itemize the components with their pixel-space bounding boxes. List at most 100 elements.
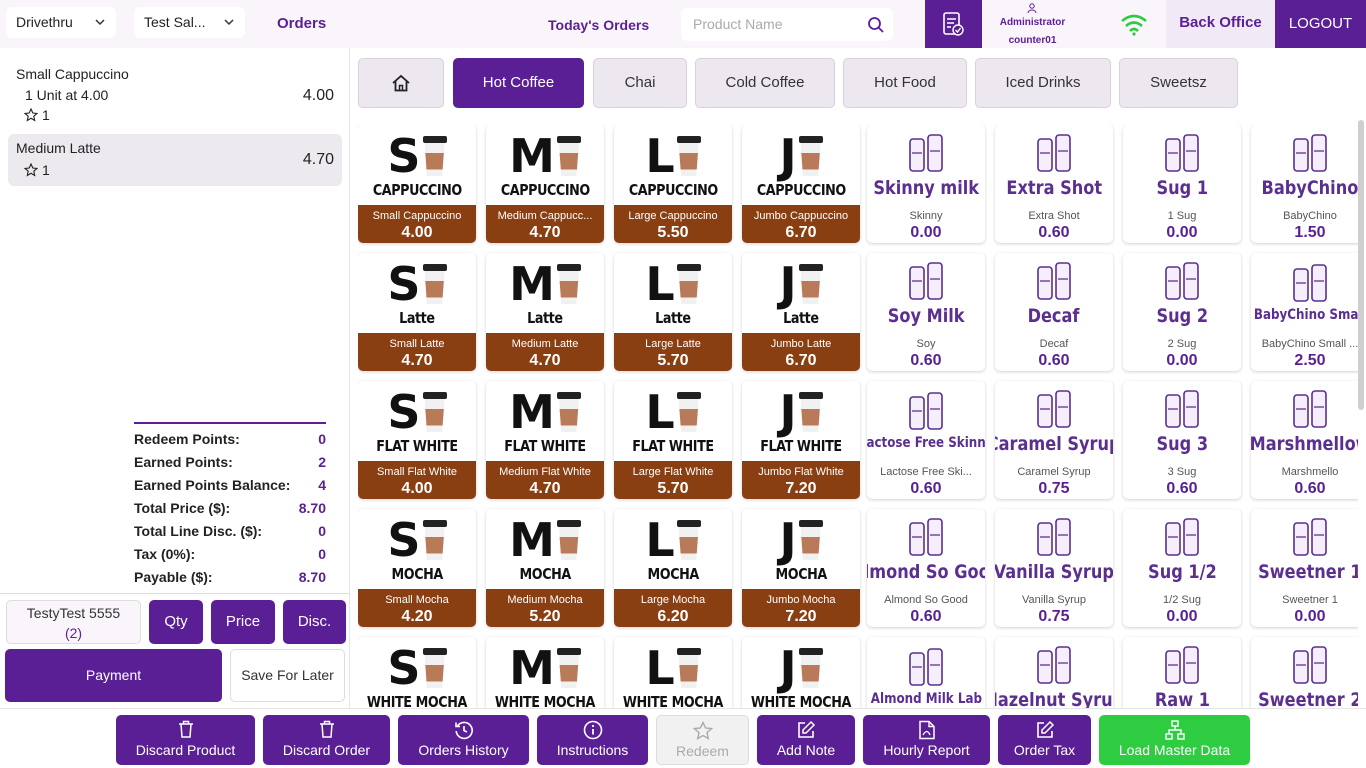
product-card[interactable]: L CAPPUCCINO Large Cappuccino 5.50 (614, 125, 732, 243)
product-card[interactable]: S WHITE MOCHA (358, 637, 476, 708)
product-card[interactable]: Soy Milk Soy 0.60 (867, 253, 985, 371)
hourly-report-button[interactable]: Hourly Report (863, 715, 990, 765)
save-for-later-button[interactable]: Save For Later (230, 649, 345, 702)
redeem-button[interactable]: Redeem (656, 715, 749, 765)
order-line-item[interactable]: Small Cappuccino 1 Unit at 4.00 4.00 1 (8, 60, 342, 130)
discount-button[interactable]: Disc. (283, 600, 346, 644)
order-line-item[interactable]: Medium Latte 4.70 1 (8, 134, 342, 186)
star-icon (24, 163, 38, 177)
summary-row: Total Price ($): 8.70 (134, 497, 326, 520)
user-info: Administrator counter01 (985, 0, 1165, 48)
summary-row: Redeem Points: 0 (134, 428, 326, 451)
orders-history-button[interactable]: Orders History (398, 715, 529, 765)
orders-list-button[interactable] (925, 0, 982, 48)
product-label: Jumbo Cappuccino 6.70 (742, 205, 860, 243)
sales-rep-select[interactable]: Test Sal... (134, 7, 245, 38)
product-price: 4.00 (401, 224, 433, 241)
qty-button[interactable]: Qty (149, 600, 203, 644)
add-note-button[interactable]: Add Note (757, 715, 855, 765)
product-card[interactable]: Marshmellow Marshmello 0.60 (1251, 381, 1358, 499)
customer-button[interactable]: TestyTest 5555 (2) (6, 600, 141, 644)
product-card[interactable]: J MOCHA Jumbo Mocha 7.20 (742, 509, 860, 627)
product-label: 2 Sug 0.00 (1123, 333, 1241, 371)
product-card[interactable]: Sug 1 1 Sug 0.00 (1123, 125, 1241, 243)
product-card[interactable]: BabyChino BabyChino 1.50 (1251, 125, 1358, 243)
product-card[interactable]: M WHITE MOCHA (486, 637, 604, 708)
product-card[interactable]: L WHITE MOCHA (614, 637, 732, 708)
order-item-detail: 1 Unit at 4.00 (25, 87, 109, 103)
product-card[interactable]: Raw 1 (1123, 637, 1241, 708)
product-card[interactable]: L FLAT WHITE Large Flat White 5.70 (614, 381, 732, 499)
order-type-select[interactable]: Drivethru (6, 7, 116, 38)
order-tax-button[interactable]: Order Tax (998, 715, 1091, 765)
coffee-cup-icon (422, 648, 447, 688)
product-card[interactable]: Sug 2 2 Sug 0.00 (1123, 253, 1241, 371)
tab-iced-drinks[interactable]: Iced Drinks (975, 58, 1111, 108)
product-card[interactable]: Hazelnut Syrup (995, 637, 1113, 708)
product-card[interactable]: Sug 3 3 Sug 0.60 (1123, 381, 1241, 499)
tab-chai[interactable]: Chai (593, 58, 687, 108)
home-icon (392, 74, 410, 92)
search-input[interactable]: Product Name (681, 8, 893, 41)
product-card[interactable]: L MOCHA Large Mocha 6.20 (614, 509, 732, 627)
product-card[interactable]: L Latte Large Latte 5.70 (614, 253, 732, 371)
product-card[interactable]: Sug 1/2 1/2 Sug 0.00 (1123, 509, 1241, 627)
product-card[interactable]: Sweetner 1 Sweetner 1 0.00 (1251, 509, 1358, 627)
product-card[interactable]: Vanilla Syrup Vanilla Syrup 0.75 (995, 509, 1113, 627)
product-card[interactable]: Extra Shot Extra Shot 0.60 (995, 125, 1113, 243)
discard-order-button[interactable]: Discard Order (263, 715, 390, 765)
product-card[interactable]: Almond So Good Almond So Good 0.60 (867, 509, 985, 627)
payment-button[interactable]: Payment (5, 649, 222, 702)
product-price: 0.00 (1166, 224, 1198, 241)
instructions-button[interactable]: Instructions (537, 715, 648, 765)
summary-label: Payable ($): (134, 569, 213, 585)
product-card[interactable]: M FLAT WHITE Medium Flat White 4.70 (486, 381, 604, 499)
product-card[interactable]: J WHITE MOCHA (742, 637, 860, 708)
summary-value: 8.70 (298, 569, 326, 585)
tab-sweetsz[interactable]: Sweetsz (1119, 58, 1238, 108)
scrollbar[interactable] (1358, 120, 1364, 410)
product-card[interactable]: Almond Milk Lab (867, 637, 985, 708)
discard-product-button[interactable]: Discard Product (116, 715, 255, 765)
product-card[interactable]: Decaf Decaf 0.60 (995, 253, 1113, 371)
product-price: 0.00 (1294, 608, 1326, 625)
product-card[interactable]: S MOCHA Small Mocha 4.20 (358, 509, 476, 627)
product-image-text: Latte (527, 309, 563, 327)
product-label: Lactose Free Ski... 0.60 (867, 461, 985, 499)
back-office-link[interactable]: Back Office (1166, 0, 1275, 48)
product-image: BabyChino (1251, 125, 1358, 205)
logout-button[interactable]: LOGOUT (1275, 0, 1366, 48)
tab-cold-coffee[interactable]: Cold Coffee (695, 58, 835, 108)
button-label: Redeem (676, 743, 729, 759)
product-card[interactable]: S CAPPUCCINO Small Cappuccino 4.00 (358, 125, 476, 243)
product-card[interactable]: J Latte Jumbo Latte 6.70 (742, 253, 860, 371)
product-card[interactable]: J CAPPUCCINO Jumbo Cappuccino 6.70 (742, 125, 860, 243)
product-card[interactable]: Sweetner 2 (1251, 637, 1358, 708)
todays-orders-link[interactable]: Today's Orders (548, 17, 649, 33)
product-image: Sug 2 (1123, 253, 1241, 333)
product-card[interactable]: M CAPPUCCINO Medium Cappucc... 4.70 (486, 125, 604, 243)
addon-icon (1158, 133, 1206, 178)
orders-link[interactable]: Orders (277, 15, 326, 32)
bottom-action-bar: Discard Product Discard Order Orders His… (0, 708, 1366, 768)
product-card[interactable]: M MOCHA Medium Mocha 5.20 (486, 509, 604, 627)
price-button[interactable]: Price (211, 600, 275, 644)
product-label: Extra Shot 0.60 (995, 205, 1113, 243)
home-button[interactable] (358, 58, 444, 108)
product-card[interactable]: J FLAT WHITE Jumbo Flat White 7.20 (742, 381, 860, 499)
button-label: Instructions (556, 742, 629, 758)
trash-icon (263, 715, 390, 741)
product-image: J Latte (742, 253, 860, 333)
product-card[interactable]: M Latte Medium Latte 4.70 (486, 253, 604, 371)
search-icon[interactable] (867, 16, 885, 34)
load-master-data-button[interactable]: Load Master Data (1099, 715, 1250, 765)
product-card[interactable]: Lactose Free Skinny Lactose Free Ski... 0.… (867, 381, 985, 499)
tab-hot-food[interactable]: Hot Food (843, 58, 967, 108)
product-card[interactable]: Skinny milk Skinny 0.00 (867, 125, 985, 243)
summary-label: Tax (0%): (134, 546, 196, 562)
tab-hot-coffee[interactable]: Hot Coffee (453, 58, 584, 108)
product-card[interactable]: BabyChino Small BabyChino Small ... 2.50 (1251, 253, 1358, 371)
product-card[interactable]: S FLAT WHITE Small Flat White 4.00 (358, 381, 476, 499)
product-card[interactable]: S Latte Small Latte 4.70 (358, 253, 476, 371)
product-card[interactable]: Caramel Syrup Caramel Syrup 0.75 (995, 381, 1113, 499)
